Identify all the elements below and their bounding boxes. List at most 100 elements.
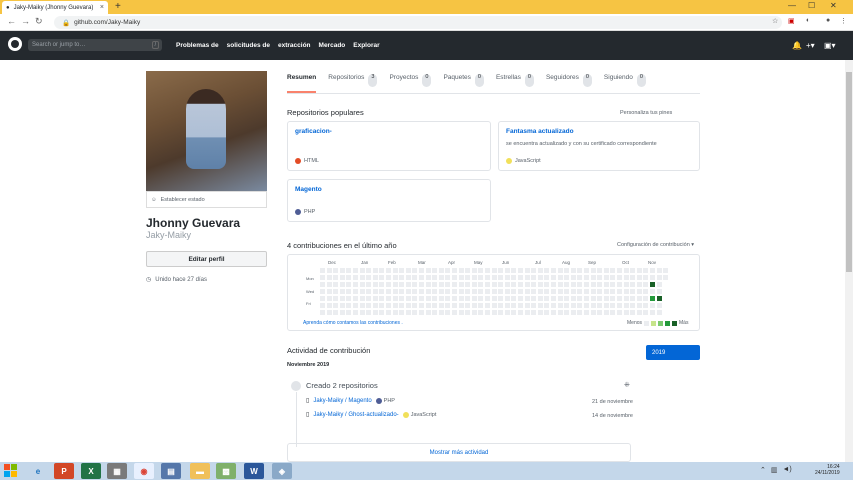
user-menu-avatar-icon[interactable]: ▣▾ [824, 41, 836, 50]
contribution-day[interactable] [610, 303, 616, 308]
app-icon[interactable]: ▤ [161, 463, 181, 479]
contribution-day[interactable] [399, 268, 405, 273]
contribution-day[interactable] [584, 303, 589, 308]
contribution-day[interactable] [557, 296, 563, 301]
contribution-day[interactable] [392, 303, 398, 308]
contribution-day[interactable] [518, 275, 523, 280]
contribution-day[interactable] [458, 310, 464, 315]
contribution-day[interactable] [359, 289, 365, 294]
contribution-day[interactable] [531, 275, 537, 280]
contribution-day[interactable] [445, 268, 451, 273]
contribution-day[interactable] [570, 282, 576, 287]
contribution-day[interactable] [452, 275, 457, 280]
contribution-day[interactable] [438, 275, 444, 280]
contribution-day[interactable] [603, 296, 609, 301]
contribution-day[interactable] [452, 296, 457, 301]
nav-issues[interactable]: Problemas de [176, 42, 219, 49]
contribution-day[interactable] [339, 303, 345, 308]
contribution-day[interactable] [537, 268, 543, 273]
contribution-day[interactable] [650, 310, 655, 315]
repo-link[interactable]: Magento [295, 186, 483, 193]
contribution-day[interactable] [432, 310, 438, 315]
contribution-day[interactable] [346, 275, 352, 280]
contribution-day[interactable] [597, 303, 603, 308]
contribution-day[interactable] [511, 282, 517, 287]
contribution-day[interactable] [465, 310, 471, 315]
learn-contributions-link[interactable]: Aprenda cómo contamos las contribuciones… [303, 320, 403, 326]
contribution-day[interactable] [636, 282, 642, 287]
notification-bell-icon[interactable]: 🔔 [792, 41, 802, 50]
contribution-day[interactable] [425, 296, 431, 301]
contribution-day[interactable] [333, 268, 339, 273]
contribution-day[interactable] [412, 310, 418, 315]
contribution-day[interactable] [478, 282, 484, 287]
contribution-day[interactable] [504, 310, 510, 315]
contribution-day[interactable] [333, 296, 339, 301]
back-icon[interactable]: ← [7, 16, 16, 26]
contribution-day[interactable] [590, 282, 596, 287]
contribution-day[interactable] [570, 296, 576, 301]
show-hidden-icons-icon[interactable]: ⌃ [760, 466, 766, 474]
contribution-day[interactable] [557, 282, 563, 287]
contribution-day[interactable] [405, 310, 411, 315]
contribution-day[interactable] [399, 296, 405, 301]
contribution-day[interactable] [524, 296, 530, 301]
contribution-day[interactable] [557, 275, 563, 280]
set-status-button[interactable]: ☺ Establecer estado [146, 191, 267, 208]
contribution-day[interactable] [432, 282, 438, 287]
contribution-day[interactable] [471, 303, 477, 308]
contribution-day[interactable] [366, 303, 372, 308]
extension-icon[interactable]: ◐ [806, 17, 810, 24]
contribution-day[interactable] [458, 268, 464, 273]
contribution-day[interactable] [498, 296, 504, 301]
contribution-day[interactable] [617, 296, 622, 301]
contribution-day[interactable] [504, 275, 510, 280]
contribution-day[interactable] [663, 275, 669, 280]
new-tab-button[interactable]: + [115, 1, 121, 12]
network-icon[interactable]: ▥ [771, 466, 778, 474]
contribution-day[interactable] [432, 275, 438, 280]
contribution-day[interactable] [419, 303, 424, 308]
repo-link[interactable]: graficacion- [295, 128, 483, 135]
contribution-day[interactable] [359, 310, 365, 315]
contribution-day[interactable] [531, 268, 537, 273]
contribution-day[interactable] [491, 282, 497, 287]
contribution-day[interactable] [372, 303, 378, 308]
contribution-day[interactable] [617, 268, 622, 273]
contribution-day[interactable] [339, 282, 345, 287]
contribution-day[interactable] [531, 310, 537, 315]
contribution-day[interactable] [630, 289, 636, 294]
show-more-activity-button[interactable]: Mostrar más actividad [287, 443, 631, 462]
contribution-day[interactable] [577, 268, 583, 273]
excel-icon[interactable]: X [81, 463, 101, 479]
contribution-day[interactable] [320, 303, 325, 308]
contribution-day[interactable] [438, 282, 444, 287]
contribution-day[interactable] [438, 268, 444, 273]
contribution-day[interactable] [346, 296, 352, 301]
contribution-day[interactable] [656, 289, 662, 294]
avatar[interactable] [146, 71, 267, 191]
contribution-day[interactable] [491, 268, 497, 273]
contribution-day[interactable] [405, 296, 411, 301]
contribution-day[interactable] [372, 282, 378, 287]
contribution-day[interactable] [504, 268, 510, 273]
contribution-day[interactable] [392, 289, 398, 294]
contribution-day[interactable] [551, 282, 556, 287]
extension-icon[interactable]: ▣ [788, 17, 795, 25]
tab-followers[interactable]: Seguidores 0 [546, 74, 592, 93]
contribution-day[interactable] [623, 296, 629, 301]
file-explorer-icon[interactable]: ▬ [190, 463, 210, 479]
contribution-day[interactable] [597, 289, 603, 294]
contribution-day[interactable] [458, 275, 464, 280]
contribution-day[interactable] [485, 268, 490, 273]
contribution-day[interactable] [584, 296, 589, 301]
edit-profile-button[interactable]: Editar perfil [146, 251, 267, 267]
contribution-day[interactable] [663, 268, 669, 273]
contribution-day[interactable] [544, 303, 550, 308]
contribution-day[interactable] [650, 282, 655, 287]
contribution-day[interactable] [643, 296, 649, 301]
contribution-day[interactable] [636, 310, 642, 315]
contribution-day[interactable] [353, 296, 358, 301]
contribution-day[interactable] [412, 282, 418, 287]
contribution-day[interactable] [320, 275, 325, 280]
